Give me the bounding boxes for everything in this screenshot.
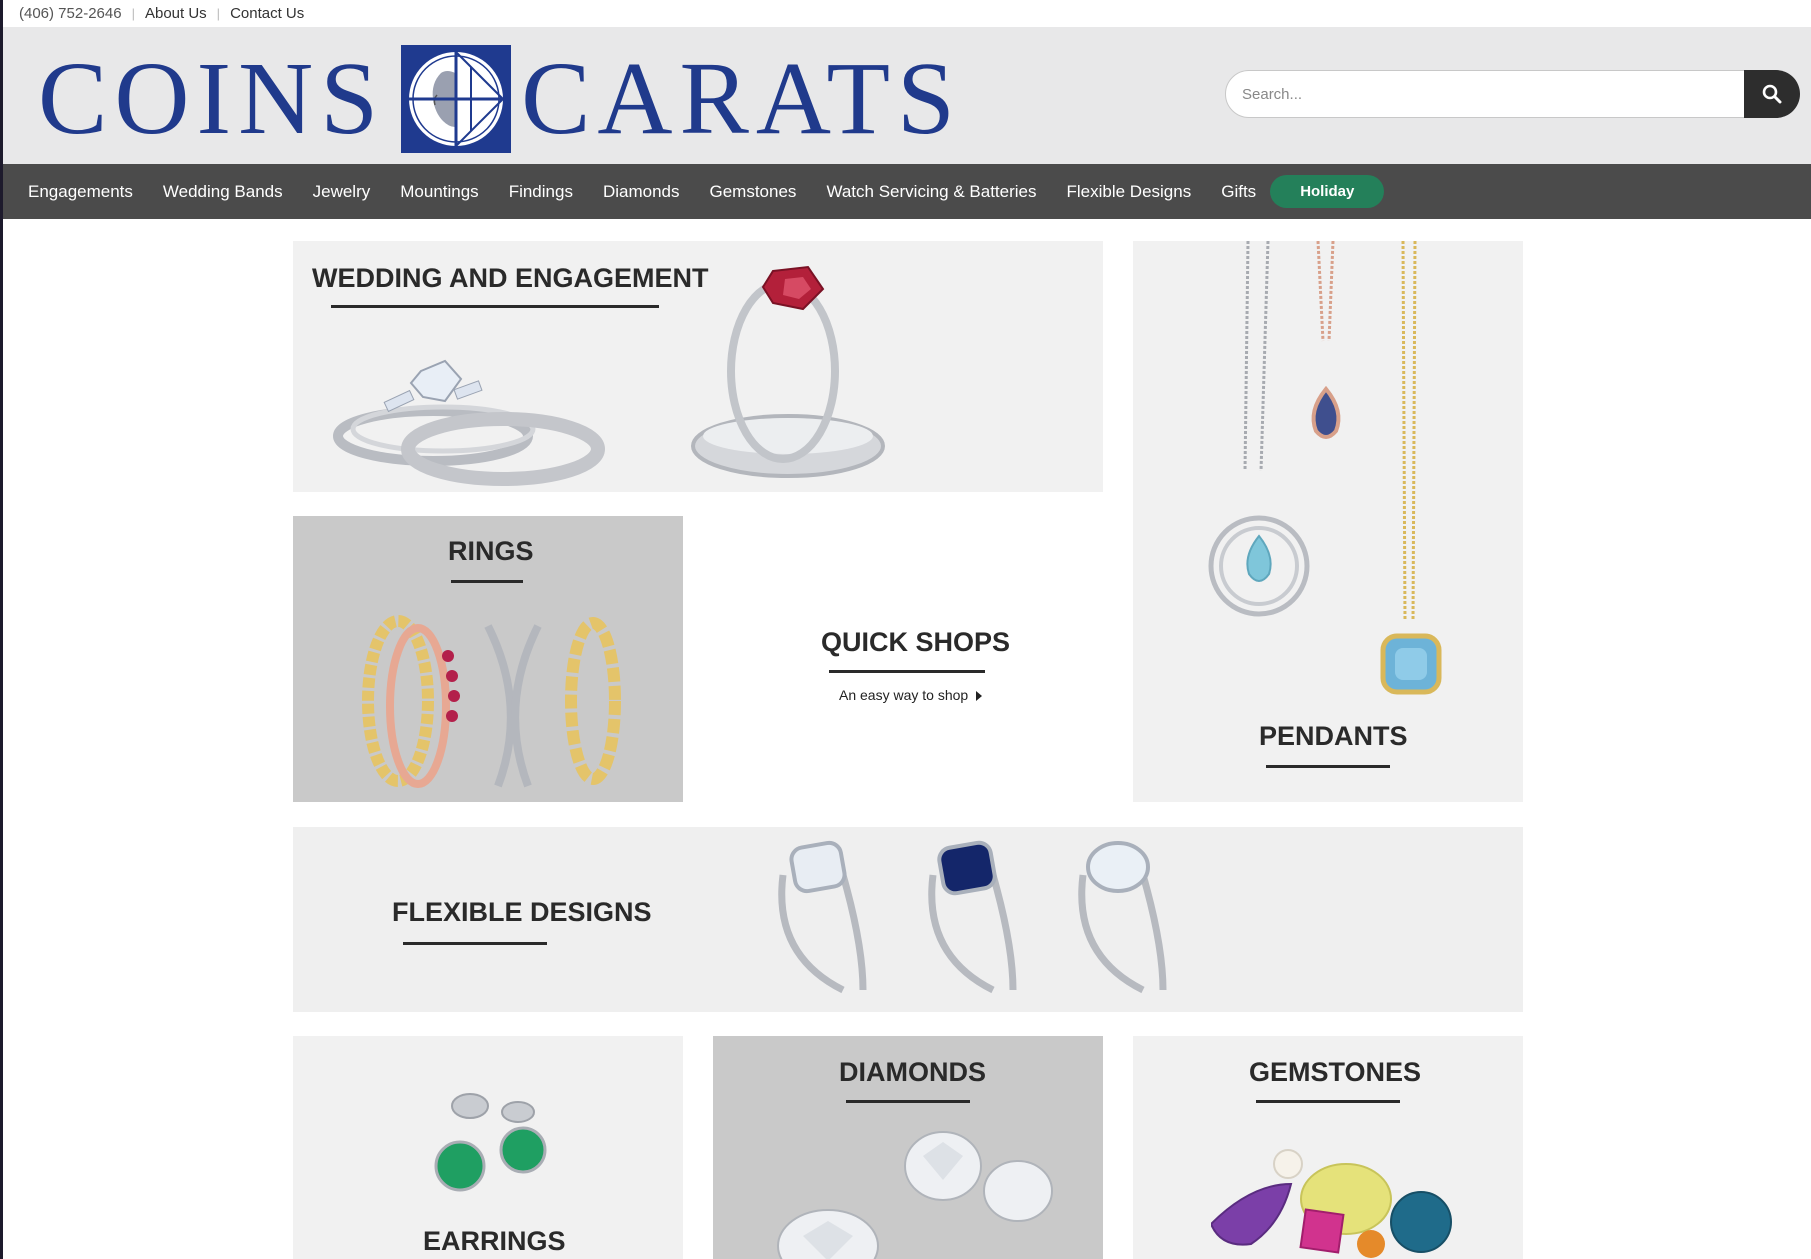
nav-item-engagements[interactable]: Engagements	[28, 182, 133, 202]
tile-rings[interactable]: RINGS	[293, 516, 683, 802]
main-navigation: Engagements Wedding Bands Jewelry Mounti…	[3, 164, 1811, 219]
tile-pendants[interactable]: PENDANTS	[1133, 241, 1523, 802]
site-logo[interactable]: COINS CARATS	[38, 39, 962, 159]
site-header: COINS CARATS	[3, 27, 1811, 164]
earrings-image	[434, 1093, 547, 1192]
tile-title: EARRINGS	[423, 1226, 566, 1256]
coin-diamond-emblem-icon	[401, 45, 512, 153]
tile-title: PENDANTS	[1259, 721, 1408, 751]
top-utility-bar: (406) 752-2646 | About Us | Contact Us	[3, 0, 1811, 27]
quick-shops-subtitle: An easy way to shop	[839, 687, 969, 703]
rings-image	[362, 615, 621, 788]
logo-word-carats: CARATS	[521, 41, 962, 156]
tile-quick-shops[interactable]: QUICK SHOPS An easy way to shop	[713, 516, 1103, 802]
search-icon	[1762, 84, 1782, 104]
nav-item-wedding-bands[interactable]: Wedding Bands	[163, 182, 283, 202]
quick-shops-link[interactable]: An easy way to shop	[839, 687, 983, 703]
nav-item-gifts[interactable]: Gifts	[1221, 182, 1256, 202]
divider: |	[131, 6, 135, 21]
pendants-image	[1208, 241, 1442, 695]
nav-item-mountings[interactable]: Mountings	[400, 182, 478, 202]
title-underline	[829, 670, 985, 673]
wedding-rings-image	[333, 265, 885, 486]
tile-diamonds[interactable]: DIAMONDS	[713, 1036, 1103, 1259]
about-us-link[interactable]: About Us	[145, 5, 207, 22]
tile-flexible-designs[interactable]: FLEXIBLE DESIGNS	[293, 827, 1523, 1012]
gemstones-image	[1211, 1149, 1452, 1258]
nav-item-gemstones[interactable]: Gemstones	[710, 182, 797, 202]
contact-us-link[interactable]: Contact Us	[230, 5, 304, 22]
nav-item-watch-servicing[interactable]: Watch Servicing & Batteries	[826, 182, 1036, 202]
nav-holiday-button[interactable]: Holiday	[1270, 175, 1385, 208]
title-underline	[1266, 765, 1390, 768]
title-underline	[846, 1100, 970, 1103]
title-underline	[403, 942, 547, 945]
search-button[interactable]	[1744, 70, 1800, 118]
caret-right-icon	[976, 691, 983, 701]
nav-item-jewelry[interactable]: Jewelry	[313, 182, 371, 202]
diamonds-image	[777, 1131, 1053, 1259]
tile-title: RINGS	[448, 536, 534, 566]
nav-item-diamonds[interactable]: Diamonds	[603, 182, 680, 202]
tile-wedding-engagement[interactable]: WEDDING AND ENGAGEMENT	[293, 241, 1103, 492]
flexible-rings-image	[778, 840, 1167, 994]
logo-word-coins: COINS	[38, 41, 386, 156]
phone-number[interactable]: (406) 752-2646	[19, 5, 122, 22]
tile-title: GEMSTONES	[1249, 1057, 1422, 1087]
nav-item-findings[interactable]: Findings	[509, 182, 573, 202]
tile-title: DIAMONDS	[839, 1057, 986, 1087]
divider: |	[216, 6, 221, 21]
tile-earrings[interactable]: EARRINGS	[293, 1036, 683, 1259]
search-bar	[1225, 70, 1800, 118]
search-input[interactable]	[1225, 70, 1745, 118]
title-underline	[1256, 1100, 1400, 1103]
nav-item-flexible-designs[interactable]: Flexible Designs	[1067, 182, 1192, 202]
tile-title: QUICK SHOPS	[821, 627, 1011, 657]
title-underline	[451, 580, 523, 583]
tile-gemstones[interactable]: GEMSTONES	[1133, 1036, 1523, 1259]
tile-title: FLEXIBLE DESIGNS	[392, 897, 652, 927]
